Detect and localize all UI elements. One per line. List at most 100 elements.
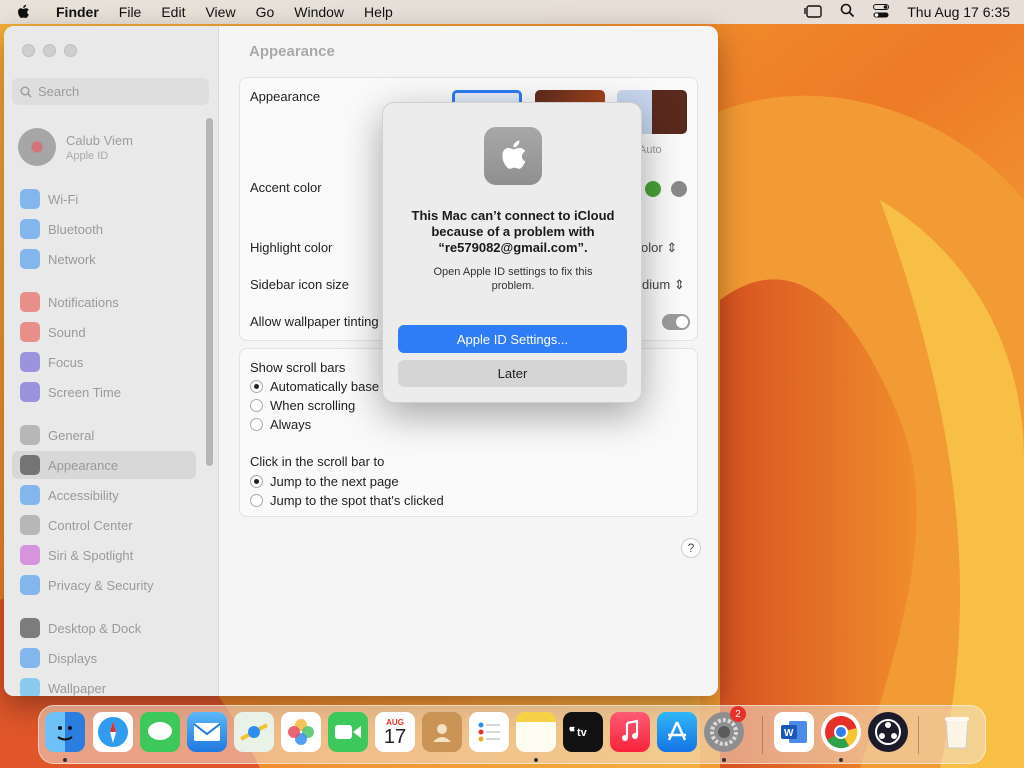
sidebar-item-appearance[interactable]: Appearance [12, 451, 196, 479]
running-indicator [63, 758, 67, 762]
sidebar-item-general[interactable]: General [12, 421, 196, 449]
avatar [18, 128, 56, 166]
help-button[interactable]: ? [681, 538, 701, 558]
sidebar-item-control-center[interactable]: Control Center [12, 511, 196, 539]
hand-icon [20, 575, 40, 595]
search-field[interactable]: Search [12, 78, 209, 105]
close-window-button[interactable] [22, 44, 35, 57]
reminders-icon[interactable] [469, 712, 509, 752]
mail-icon[interactable] [187, 712, 227, 752]
apple-menu-icon[interactable] [0, 4, 46, 20]
sidebar-item-wallpaper[interactable]: Wallpaper [12, 674, 196, 696]
click-option-spot-clicked[interactable]: Jump to the spot that's clicked [250, 493, 444, 508]
sidebar-item-accessibility[interactable]: Accessibility [12, 481, 196, 509]
wallpaper-tinting-label: Allow wallpaper tinting [250, 314, 379, 329]
radio-button[interactable] [250, 475, 263, 488]
profile-subtitle: Apple ID [66, 149, 109, 162]
radio-button[interactable] [250, 494, 263, 507]
safari-icon[interactable] [93, 712, 133, 752]
control-center-icon[interactable] [873, 3, 890, 21]
chrome-icon[interactable] [821, 712, 861, 752]
sidebar-item-focus[interactable]: Focus [12, 348, 196, 376]
finder-icon[interactable] [45, 712, 85, 752]
minimize-window-button[interactable] [43, 44, 56, 57]
sidebar-item-desktop-dock[interactable]: Desktop & Dock [12, 614, 196, 642]
sidebar-item-sound[interactable]: Sound [12, 318, 196, 346]
calendar-icon[interactable]: AUG 17 [375, 712, 415, 752]
dock-separator [918, 716, 919, 754]
system-settings-icon[interactable]: 2 [704, 706, 746, 752]
apple-tv-icon[interactable]: tv [563, 712, 603, 752]
page-title: Appearance [249, 43, 335, 60]
music-icon[interactable] [610, 712, 650, 752]
app-store-icon[interactable] [657, 712, 697, 752]
zoom-window-button[interactable] [64, 44, 77, 57]
sidebar-scrollbar[interactable] [206, 118, 213, 466]
spotlight-search-icon[interactable] [840, 3, 855, 21]
dock-icon [20, 618, 40, 638]
menu-window[interactable]: Window [284, 4, 354, 20]
sidebar-item-label: Notifications [48, 294, 119, 310]
sidebar-item-notifications[interactable]: Notifications [12, 288, 196, 316]
click-option-next-page[interactable]: Jump to the next page [250, 474, 399, 489]
scroll-option-when-scrolling[interactable]: When scrolling [250, 398, 355, 413]
scroll-option-automatic[interactable]: Automatically base [250, 379, 379, 394]
sidebar-item-label: Focus [48, 354, 84, 370]
apple-id-profile[interactable]: Calub Viem Apple ID [18, 128, 133, 166]
contacts-icon[interactable] [422, 712, 462, 752]
obs-icon[interactable] [868, 712, 908, 752]
sidebar-item-bluetooth[interactable]: Bluetooth [12, 215, 196, 243]
search-icon [20, 86, 32, 98]
apple-id-settings-button[interactable]: Apple ID Settings... [398, 325, 627, 353]
calendar-day: 17 [383, 725, 407, 748]
menu-bar: Finder File Edit View Go Window Help Thu… [0, 0, 1024, 24]
later-button[interactable]: Later [398, 360, 627, 387]
wallpaper-tinting-toggle[interactable] [662, 314, 690, 330]
sidebar: Search Calub Viem Apple ID Wi-Fi Bluetoot… [4, 26, 219, 696]
moon-icon [20, 352, 40, 372]
gear-icon [20, 425, 40, 445]
messages-icon[interactable] [140, 712, 180, 752]
sidebar-icon-size-label: Sidebar icon size [250, 277, 349, 292]
menu-finder[interactable]: Finder [46, 4, 109, 20]
accent-graphite-swatch[interactable] [671, 181, 687, 197]
notes-icon[interactable] [516, 712, 556, 752]
show-scroll-bars-label: Show scroll bars [250, 360, 346, 375]
dock-separator [762, 716, 763, 754]
sidebar-item-label: Displays [48, 650, 98, 666]
scroll-option-always[interactable]: Always [250, 417, 311, 432]
search-placeholder: Search [38, 84, 80, 99]
accent-color-label: Accent color [250, 180, 322, 195]
menu-view[interactable]: View [195, 4, 245, 20]
facetime-icon[interactable] [328, 712, 368, 752]
auto-label: Auto [639, 144, 662, 156]
sidebar-icon-size-popup[interactable]: dium ⇕ [642, 277, 685, 293]
sidebar-item-screen-time[interactable]: Screen Time [12, 378, 196, 406]
menu-file[interactable]: File [109, 4, 152, 20]
menubar-clock[interactable]: Thu Aug 17 6:35 [907, 4, 1010, 20]
sidebar-item-label: Siri & Spotlight [48, 547, 134, 563]
menu-edit[interactable]: Edit [151, 4, 195, 20]
stage-manager-icon[interactable] [804, 4, 822, 21]
word-icon[interactable]: W [774, 712, 814, 752]
radio-button[interactable] [250, 399, 263, 412]
chevron-updown-icon: ⇕ [666, 240, 678, 255]
highlight-color-popup[interactable]: olor ⇕ [641, 240, 677, 256]
sidebar-item-siri-spotlight[interactable]: Siri & Spotlight [12, 541, 196, 569]
running-indicator [722, 758, 726, 762]
sidebar-item-wi-fi[interactable]: Wi-Fi [12, 185, 196, 213]
photos-icon[interactable] [281, 712, 321, 752]
radio-button[interactable] [250, 418, 263, 431]
maps-icon[interactable] [234, 712, 274, 752]
trash-icon[interactable] [937, 712, 977, 752]
click-scroll-bar-label: Click in the scroll bar to [250, 454, 385, 469]
dialog-message: Open Apple ID settings to fix this probl… [433, 266, 593, 292]
sidebar-item-privacy-security[interactable]: Privacy & Security [12, 571, 196, 599]
sidebar-item-displays[interactable]: Displays [12, 644, 196, 672]
radio-button[interactable] [250, 380, 263, 393]
running-indicator [534, 758, 538, 762]
menu-help[interactable]: Help [354, 4, 403, 20]
menu-go[interactable]: Go [246, 4, 285, 20]
accent-green-swatch[interactable] [645, 181, 661, 197]
sidebar-item-network[interactable]: Network [12, 245, 196, 273]
